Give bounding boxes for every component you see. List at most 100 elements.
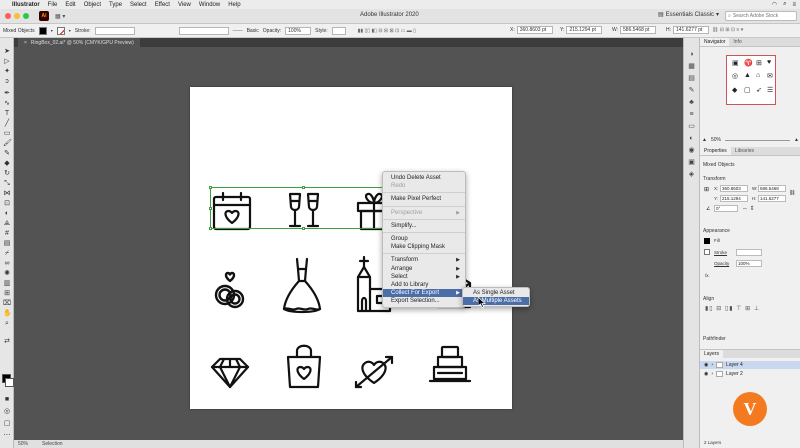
tab-navigator[interactable]: Navigator bbox=[700, 38, 730, 46]
zoom-in-icon[interactable]: ▲ bbox=[794, 137, 799, 143]
stock-search-input[interactable] bbox=[732, 13, 793, 19]
tab-info[interactable]: Info bbox=[729, 38, 745, 46]
swatches-icon[interactable]: ▤ bbox=[687, 74, 696, 83]
context-menu-item[interactable]: Simplify... bbox=[383, 222, 465, 230]
layers-panel-icon[interactable]: ◈ bbox=[687, 170, 696, 179]
resize-handle[interactable] bbox=[302, 186, 305, 189]
flip-icons[interactable]: ⇔ ⇕ bbox=[742, 205, 755, 212]
close-tab-icon[interactable]: × bbox=[24, 40, 27, 46]
rotate-tool-icon[interactable]: ↻ bbox=[3, 170, 11, 178]
stroke-weight-field[interactable] bbox=[94, 26, 135, 35]
resize-handle[interactable] bbox=[209, 207, 212, 210]
symbols-icon[interactable]: ♣ bbox=[687, 98, 696, 107]
lasso-tool-icon[interactable]: ↄ bbox=[3, 78, 11, 86]
shape-builder-tool-icon[interactable]: ◐ bbox=[3, 210, 11, 218]
fill-swatch[interactable] bbox=[704, 238, 710, 244]
w-field[interactable]: 586.5468 bbox=[758, 185, 786, 192]
menu-item-window[interactable]: Window bbox=[199, 2, 220, 8]
blend-tool-icon[interactable]: ∞ bbox=[3, 260, 11, 268]
control-center-icon[interactable]: ≡ bbox=[792, 2, 796, 8]
align-buttons[interactable]: ▮▯ ⊟ ▯▮ ⊤ ⊞ ⊥ bbox=[705, 305, 760, 312]
minimize-window-button[interactable] bbox=[14, 13, 20, 19]
workspace-switcher[interactable]: ▤ Essentials Classic ▾ bbox=[658, 11, 719, 19]
context-menu-item[interactable]: Collect For Export ▶ bbox=[383, 289, 465, 298]
layer-name[interactable]: Layer 2 bbox=[726, 371, 743, 377]
resize-handle[interactable] bbox=[209, 227, 212, 230]
context-menu-item[interactable]: Export Selection... bbox=[383, 297, 465, 305]
visibility-eye-icon[interactable]: ◉ bbox=[704, 362, 708, 368]
draw-mode-icon[interactable]: ◎ bbox=[3, 408, 11, 416]
spotlight-icon[interactable]: ⌕ bbox=[783, 1, 786, 8]
angle-field[interactable]: 0° bbox=[714, 205, 738, 212]
submenu-item[interactable]: As Multiple Assets bbox=[463, 297, 529, 306]
gradient-tool-icon[interactable]: ▤ bbox=[3, 240, 11, 248]
menu-item-object[interactable]: Object bbox=[84, 2, 101, 8]
graphic-styles-icon[interactable]: ▣ bbox=[687, 158, 696, 167]
shopping-bag-heart-icon[interactable] bbox=[282, 341, 326, 389]
screen-mode-icon[interactable]: ▢ bbox=[3, 420, 11, 428]
opacity-field[interactable]: 100% bbox=[736, 260, 762, 267]
tab-libraries[interactable]: Libraries bbox=[731, 147, 758, 155]
brush-label[interactable]: Basic bbox=[247, 28, 259, 34]
menu-item-edit[interactable]: Edit bbox=[65, 2, 75, 8]
line-tool-icon[interactable]: ╱ bbox=[3, 120, 11, 128]
width-tool-icon[interactable]: ⋈ bbox=[3, 190, 11, 198]
scale-tool-icon[interactable]: ⤡ bbox=[3, 180, 11, 188]
context-menu-item[interactable]: Undo Delete Asset bbox=[383, 174, 465, 182]
expand-chevron-icon[interactable]: › bbox=[711, 362, 713, 368]
menu-item-effect[interactable]: Effect bbox=[155, 2, 170, 8]
opacity-label[interactable]: Opacity bbox=[714, 261, 729, 266]
fx-button[interactable]: fx. bbox=[705, 273, 710, 278]
pen-tool-icon[interactable]: ✒ bbox=[3, 90, 11, 98]
color-mode-icon[interactable]: ■ bbox=[3, 396, 11, 404]
y-field[interactable]: 215.1294 bbox=[720, 195, 748, 202]
w-field[interactable]: 586.5468 pt bbox=[620, 26, 657, 34]
color-guide-icon[interactable]: ▦ bbox=[687, 62, 696, 71]
color-panel-icon[interactable]: ◑ bbox=[687, 50, 696, 59]
context-menu-item[interactable]: Arrange ▶ bbox=[383, 265, 465, 273]
zoom-slider[interactable] bbox=[724, 139, 791, 141]
zoom-window-button[interactable] bbox=[23, 13, 29, 19]
h-field[interactable]: 141.6277 bbox=[758, 195, 786, 202]
transform-icons[interactable]: ⛓ ⊟ ⊞ ⊡ ≡ ▾ bbox=[712, 27, 743, 33]
eraser-tool-icon[interactable]: ◆ bbox=[3, 160, 11, 168]
mesh-tool-icon[interactable]: # bbox=[3, 230, 11, 238]
context-menu-item[interactable]: Transform ▶ bbox=[383, 256, 465, 264]
navigator-preview[interactable]: ▣ ♈ ⊞ ♥ ◎ ▲ ⌂ ✉ ◆ ▢ ➶ ☰ bbox=[726, 55, 776, 105]
layer-row[interactable]: ◉ › Layer 4 bbox=[700, 361, 800, 369]
style-swatch[interactable] bbox=[331, 26, 346, 35]
context-menu-item[interactable]: Make Pixel Perfect bbox=[383, 195, 465, 203]
graph-tool-icon[interactable]: ▥ bbox=[3, 280, 11, 288]
expand-chevron-icon[interactable]: › bbox=[711, 371, 713, 377]
align-icons[interactable]: ▮▮ ▯▯ ▮▯ ⊟ ⊞ ⊠ ⊡ ▭ ▬ ▯ bbox=[358, 28, 416, 34]
paintbrush-tool-icon[interactable]: 🖌 bbox=[3, 140, 12, 148]
context-menu-item[interactable]: Make Clipping Mask bbox=[383, 243, 465, 251]
menu-app-name[interactable]: Illustrator bbox=[12, 2, 40, 8]
context-menu-item[interactable]: Group bbox=[383, 235, 465, 243]
direct-selection-tool-icon[interactable]: ▷ bbox=[3, 58, 11, 66]
artboard-tool-icon[interactable]: ⊞ bbox=[3, 290, 11, 298]
gradient-panel-icon[interactable]: ▭ bbox=[687, 122, 696, 131]
zoom-level[interactable]: 50% bbox=[18, 441, 28, 447]
selection-bounding-box[interactable] bbox=[209, 186, 397, 230]
resize-handle[interactable] bbox=[209, 186, 212, 189]
constrain-proportions-icon[interactable]: ⛓ bbox=[789, 190, 795, 196]
h-field[interactable]: 141.6277 pt bbox=[673, 26, 709, 34]
stroke-swatch[interactable] bbox=[56, 26, 65, 35]
navigator-zoom-value[interactable]: 50% bbox=[711, 137, 721, 143]
transparency-icon[interactable]: ◐ bbox=[687, 134, 696, 143]
layout-icon[interactable]: ▦ ▾ bbox=[55, 13, 65, 20]
curvature-tool-icon[interactable]: ∿ bbox=[3, 100, 11, 108]
visibility-eye-icon[interactable]: ◉ bbox=[704, 371, 708, 377]
perspective-grid-tool-icon[interactable]: ⟁ bbox=[3, 220, 11, 228]
eyedropper-tool-icon[interactable]: ⌿ bbox=[3, 250, 11, 258]
stroke-color-box[interactable] bbox=[5, 378, 14, 387]
appearance-panel-icon[interactable]: ◉ bbox=[687, 146, 696, 155]
free-transform-tool-icon[interactable]: ⊡ bbox=[3, 200, 11, 208]
canvas-area[interactable] bbox=[14, 47, 685, 448]
wedding-cake-icon[interactable] bbox=[428, 343, 472, 387]
chevron-down-icon[interactable]: ▾ bbox=[69, 28, 71, 33]
stroke-panel-icon[interactable]: ≡ bbox=[687, 110, 696, 119]
hand-tool-icon[interactable]: ✋ bbox=[3, 310, 12, 318]
x-field[interactable]: 360.8603 pt bbox=[516, 26, 553, 34]
